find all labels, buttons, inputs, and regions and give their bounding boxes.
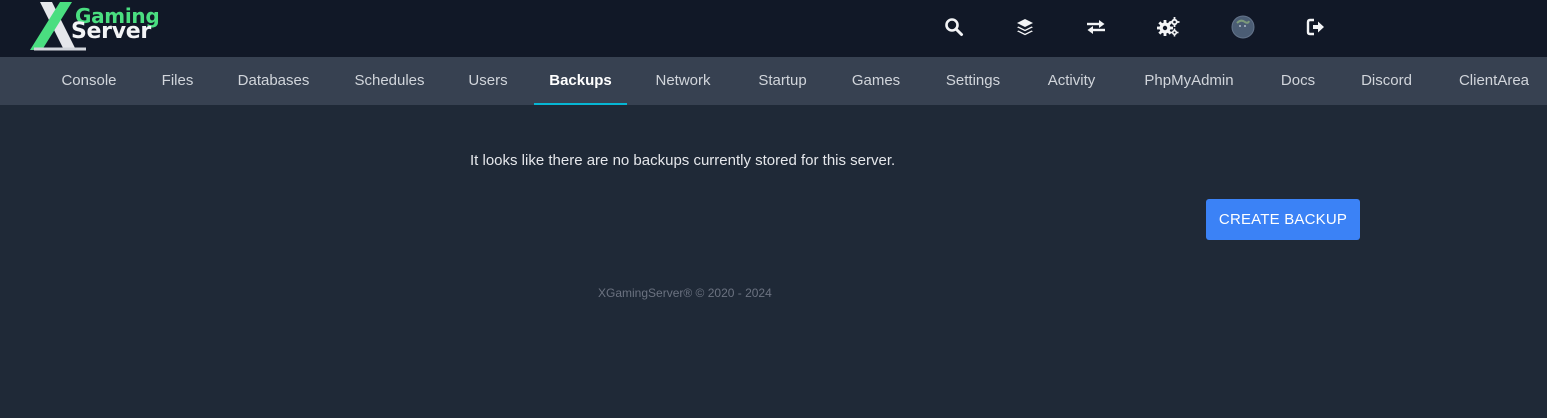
tab-activity[interactable]: Activity: [1029, 57, 1114, 105]
create-backup-button[interactable]: CREATE BACKUP: [1206, 199, 1360, 240]
server-nav: Console Files Databases Schedules Users …: [0, 57, 1547, 105]
tab-discord[interactable]: Discord: [1344, 57, 1429, 105]
swap-icon[interactable]: [1083, 14, 1109, 40]
tab-schedules[interactable]: Schedules: [338, 57, 441, 105]
tab-settings[interactable]: Settings: [929, 57, 1017, 105]
gears-icon[interactable]: [1155, 14, 1181, 40]
footer-copyright: XGamingServer® © 2020 - 2024: [598, 286, 772, 300]
top-bar: Gaming Server: [0, 0, 1547, 57]
layers-icon[interactable]: [1012, 14, 1038, 40]
tab-docs[interactable]: Docs: [1264, 57, 1332, 105]
search-icon[interactable]: [941, 14, 967, 40]
tab-backups[interactable]: Backups: [534, 57, 627, 105]
tab-network[interactable]: Network: [639, 57, 727, 105]
tab-games[interactable]: Games: [836, 57, 916, 105]
avatar[interactable]: [1230, 14, 1256, 40]
tab-files[interactable]: Files: [146, 57, 209, 105]
tab-users[interactable]: Users: [453, 57, 523, 105]
tab-console[interactable]: Console: [44, 57, 134, 105]
empty-state-message: It looks like there are no backups curre…: [470, 152, 896, 169]
tab-phpmyadmin[interactable]: PhpMyAdmin: [1126, 57, 1252, 105]
tab-databases[interactable]: Databases: [221, 57, 326, 105]
tab-startup[interactable]: Startup: [741, 57, 824, 105]
header-icons: [0, 14, 1547, 40]
logout-icon[interactable]: [1303, 14, 1329, 40]
tab-clientarea[interactable]: ClientArea: [1441, 57, 1547, 105]
